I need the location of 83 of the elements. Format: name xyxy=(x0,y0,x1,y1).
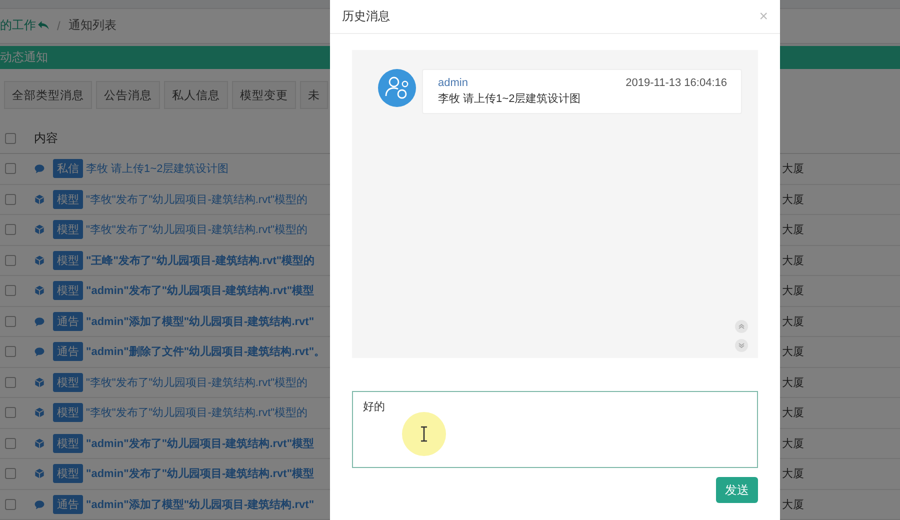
table-cell-text: 大厦 xyxy=(782,436,804,451)
checkbox[interactable] xyxy=(5,346,16,358)
notification-text[interactable]: "admin"发布了"幼儿园项目-建筑结构.rvt"模型 xyxy=(86,436,314,451)
type-tag: 通告 xyxy=(53,494,83,514)
breadcrumb-item: 通知列表 xyxy=(68,17,116,34)
breadcrumb-separator: / xyxy=(57,18,60,33)
notification-text[interactable]: "admin"发布了"幼儿园项目-建筑结构.rvt"模型 xyxy=(86,466,314,482)
notification-text[interactable]: "李牧"发布了"幼儿园项目-建筑结构.rvt"模型的 xyxy=(86,405,308,420)
checkbox[interactable] xyxy=(5,285,16,296)
breadcrumb-link[interactable]: 的工作 xyxy=(0,17,36,34)
cube-icon xyxy=(34,407,45,418)
type-tag: 模型 xyxy=(53,281,83,300)
cube-icon xyxy=(34,194,45,205)
table-cell-text: 大厦 xyxy=(782,254,804,268)
cube-icon xyxy=(34,468,45,480)
notification-text[interactable]: "admin"发布了"幼儿园项目-建筑结构.rvt"模型 xyxy=(86,283,314,298)
type-tag: 模型 xyxy=(53,403,83,422)
notification-text[interactable]: "李牧"发布了"幼儿园项目-建筑结构.rvt"模型的 xyxy=(86,192,308,207)
filter-tab[interactable]: 公告消息 xyxy=(96,81,160,109)
notification-text[interactable]: "李牧"发布了"幼儿园项目-建筑结构.rvt"模型的 xyxy=(86,374,308,390)
notification-text[interactable]: "李牧"发布了"幼儿园项目-建筑结构.rvt"模型的 xyxy=(86,222,308,238)
type-tag: 模型 xyxy=(53,372,83,392)
filter-tab[interactable]: 模型变更 xyxy=(232,81,296,109)
table-cell-text: 大厦 xyxy=(782,284,804,298)
chat-bubble-icon xyxy=(34,346,45,358)
table-cell-text: 大厦 xyxy=(782,162,804,176)
sender-name: admin xyxy=(438,77,468,89)
cube-icon xyxy=(34,376,45,388)
cube-icon xyxy=(34,438,45,449)
checkbox[interactable] xyxy=(5,224,16,236)
checkbox[interactable] xyxy=(5,498,16,510)
checkbox[interactable] xyxy=(5,468,16,480)
notification-text[interactable]: "王峰"发布了"幼儿园项目-建筑结构.rvt"模型的 xyxy=(86,252,315,268)
type-tag: 模型 xyxy=(53,464,83,484)
filter-tab[interactable]: 未 xyxy=(300,81,328,109)
type-tag: 模型 xyxy=(53,190,83,209)
type-tag: 私信 xyxy=(53,159,83,178)
table-cell-text: 大厦 xyxy=(782,345,804,360)
type-tag: 模型 xyxy=(53,434,83,453)
checkbox[interactable] xyxy=(5,133,16,144)
notification-text[interactable]: 李牧 请上传1~2层建筑设计图 xyxy=(86,161,229,176)
cube-icon xyxy=(34,224,45,236)
notification-text[interactable]: "admin"添加了模型"幼儿园项目-建筑结构.rvt" xyxy=(86,314,314,329)
chat-bubble-icon xyxy=(34,163,45,174)
scroll-up-icon[interactable] xyxy=(735,320,748,333)
checkbox[interactable] xyxy=(5,407,16,418)
checkbox[interactable] xyxy=(5,438,16,449)
checkbox[interactable] xyxy=(5,376,16,388)
notification-text[interactable]: "admin"添加了模型"幼儿园项目-建筑结构.rvt" xyxy=(86,496,314,512)
filter-tab[interactable]: 私人信息 xyxy=(164,81,228,109)
table-cell-text: 大厦 xyxy=(782,406,804,420)
message-text: 李牧 请上传1~2层建筑设计图 xyxy=(438,92,582,106)
text-cursor-icon xyxy=(402,412,446,456)
table-cell-text: 大厦 xyxy=(782,314,804,329)
table-cell-text: 大厦 xyxy=(782,223,804,238)
close-button[interactable]: × xyxy=(759,8,768,25)
checkbox[interactable] xyxy=(5,316,16,327)
type-tag: 通告 xyxy=(53,342,83,362)
type-tag: 通告 xyxy=(53,312,83,331)
table-cell-text: 大厦 xyxy=(782,192,804,207)
checkbox[interactable] xyxy=(5,163,16,174)
return-arrow-icon[interactable] xyxy=(38,21,49,30)
avatar-icon xyxy=(378,69,416,107)
type-tag: 模型 xyxy=(53,250,83,270)
notification-text[interactable]: "admin"删除了文件"幼儿园项目-建筑结构.rvt"。 xyxy=(86,344,326,360)
dialog-title: 历史消息 xyxy=(342,8,390,25)
table-cell-text: 大厦 xyxy=(782,498,804,512)
scroll-down-icon[interactable] xyxy=(735,339,748,352)
message-time: 2019-11-13 16:04:16 xyxy=(626,77,727,89)
column-header: 内容 xyxy=(34,130,58,147)
table-cell-text: 大厦 xyxy=(782,376,804,390)
cube-icon xyxy=(34,285,45,296)
section-title: 动态通知 xyxy=(0,48,48,66)
chat-bubble-icon xyxy=(34,316,45,327)
cube-icon xyxy=(34,254,45,266)
filter-tab[interactable]: 全部类型消息 xyxy=(4,81,92,109)
send-button[interactable]: 发送 xyxy=(716,477,758,503)
table-cell-text: 大厦 xyxy=(782,467,804,482)
type-tag: 模型 xyxy=(53,220,83,240)
chat-bubble-icon xyxy=(34,498,45,510)
checkbox[interactable] xyxy=(5,254,16,266)
reply-field[interactable]: 好的 xyxy=(352,391,758,468)
checkbox[interactable] xyxy=(5,194,16,205)
